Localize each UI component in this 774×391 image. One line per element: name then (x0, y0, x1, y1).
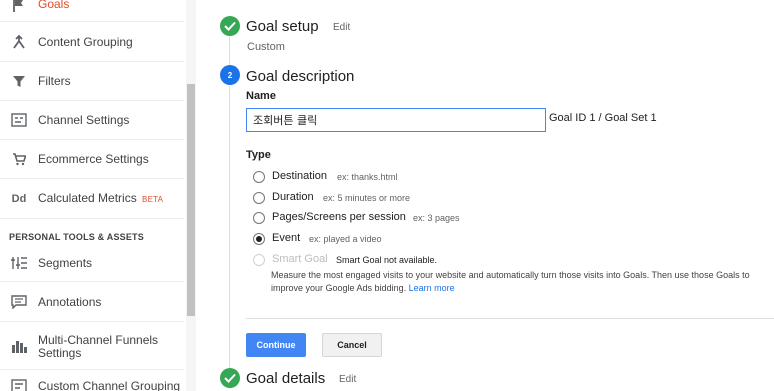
section-title: PERSONAL TOOLS & ASSETS (9, 232, 144, 242)
sidebar-scrollbar-thumb[interactable] (187, 84, 195, 316)
step-connector (229, 86, 230, 370)
sidebar-item-segments[interactable]: Segments (0, 244, 184, 282)
step-number-badge: 2 (220, 65, 240, 85)
type-option-destination[interactable]: Destination ex: thanks.html (253, 170, 398, 183)
beta-badge: BETA (142, 195, 164, 204)
sidebar-item-content-grouping[interactable]: Content Grouping (0, 22, 184, 62)
cart-icon (9, 149, 29, 169)
smart-goal-unavailable-text: Smart Goal not available. (336, 255, 438, 265)
smart-goal-description-text: Measure the most engaged visits to your … (271, 270, 750, 293)
flag-icon (9, 0, 29, 16)
sidebar-item-annotations[interactable]: Annotations (0, 282, 184, 322)
type-label: Type (246, 149, 271, 161)
continue-button[interactable]: Continue (246, 333, 306, 357)
sidebar-item-multi-channel-funnels[interactable]: Multi-Channel Funnels Settings (0, 322, 184, 370)
name-label: Name (246, 90, 276, 102)
sidebar-item-label: Multi-Channel Funnels Settings (38, 333, 159, 360)
goal-details-edit-link[interactable]: Edit (339, 374, 356, 385)
sidebar-item-label: Filters (38, 74, 71, 88)
sidebar-item-label: Channel Settings (38, 113, 130, 127)
sidebar-item-label: Ecommerce Settings (38, 152, 149, 166)
bar-chart-icon (9, 336, 29, 356)
goal-setup-edit-link[interactable]: Edit (333, 22, 350, 33)
type-option-label: Pages/Screens per session (272, 211, 406, 223)
custom-channel-icon (9, 376, 29, 391)
type-option-label: Event (272, 232, 301, 244)
sidebar-item-label: Segments (38, 256, 93, 270)
sidebar-item-ecommerce-settings[interactable]: Ecommerce Settings (0, 140, 184, 179)
type-option-label: Smart Goal (272, 253, 328, 265)
step-complete-check-icon (220, 368, 240, 388)
calculated-metrics-label: Calculated Metrics (38, 191, 137, 205)
channel-settings-icon (9, 110, 29, 130)
radio-button[interactable] (253, 171, 265, 183)
goal-id-text: Goal ID 1 / Goal Set 1 (549, 112, 657, 124)
goal-details-title: Goal details (246, 370, 326, 387)
divider (246, 318, 774, 319)
type-option-example: ex: 3 pages (413, 213, 460, 223)
dd-icon: Dd (11, 193, 27, 205)
type-option-label: Duration (272, 191, 314, 203)
radio-button[interactable] (253, 192, 265, 204)
goal-setup-value: Custom (247, 41, 285, 53)
sidebar: Goals Content Grouping Filters Channel S… (0, 0, 196, 391)
sidebar-item-label: Annotations (38, 295, 102, 309)
sidebar-item-custom-channel-grouping[interactable]: Custom Channel Grouping (0, 370, 184, 391)
cancel-button[interactable]: Cancel (322, 333, 382, 357)
smart-goal-description: Measure the most engaged visits to your … (271, 269, 766, 295)
sidebar-item-goals[interactable]: Goals (0, 0, 184, 22)
step-complete-check-icon (220, 16, 240, 36)
radio-button-checked[interactable] (253, 233, 265, 245)
sidebar-item-label: Goals (38, 0, 70, 11)
learn-more-link[interactable]: Learn more (409, 283, 455, 293)
radio-button[interactable] (253, 212, 265, 224)
type-option-example: ex: played a video (309, 234, 382, 244)
type-option-label: Destination (272, 170, 328, 182)
type-option-example: ex: thanks.html (337, 172, 398, 182)
radio-button-disabled (253, 254, 265, 266)
sidebar-item-channel-settings[interactable]: Channel Settings (0, 101, 184, 140)
sidebar-item-label: Calculated Metrics BETA (38, 192, 163, 206)
type-option-example: ex: 5 minutes or more (323, 193, 411, 203)
goal-name-input[interactable] (246, 108, 546, 132)
content-grouping-icon (9, 32, 29, 52)
segments-icon (9, 253, 29, 273)
type-option-duration[interactable]: Duration ex: 5 minutes or more (253, 191, 410, 204)
goal-description-title: Goal description (246, 68, 355, 85)
step-connector (229, 37, 230, 65)
goal-setup-title: Goal setup (246, 18, 319, 35)
type-option-smart-goal: Smart Goal Smart Goal not available. (253, 253, 437, 266)
type-option-pages-screens[interactable]: Pages/Screens per session ex: 3 pages (253, 211, 460, 224)
filter-icon (9, 71, 29, 91)
sidebar-item-label: Custom Channel Grouping (38, 379, 181, 391)
type-option-event[interactable]: Event ex: played a video (253, 232, 382, 245)
sidebar-item-label: Content Grouping (38, 35, 133, 49)
annotation-icon (9, 292, 29, 312)
sidebar-item-calculated-metrics[interactable]: Dd Calculated Metrics BETA (0, 179, 184, 219)
sidebar-item-filters[interactable]: Filters (0, 62, 184, 101)
